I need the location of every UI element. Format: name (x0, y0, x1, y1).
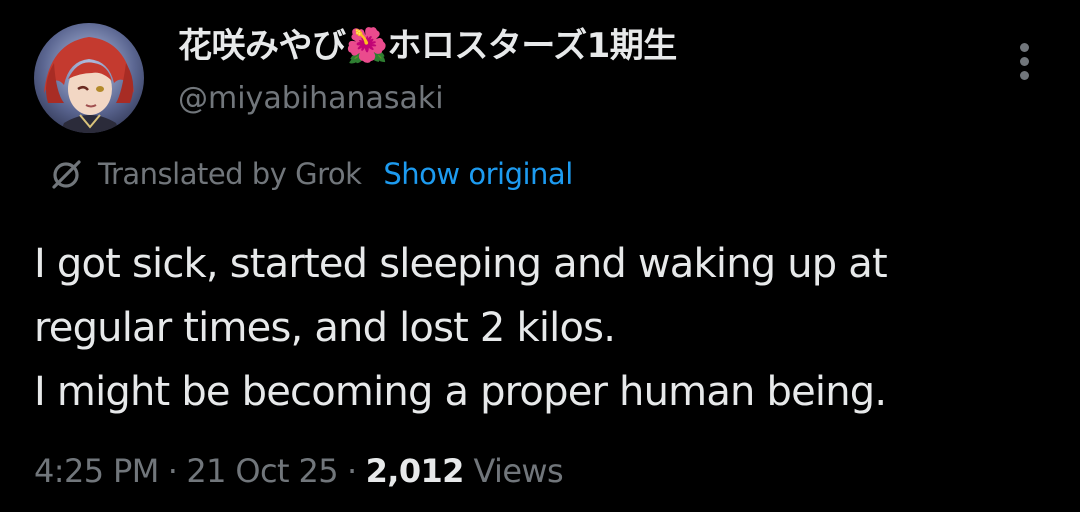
tweet-time[interactable]: 4:25 PM (34, 452, 159, 490)
tweet-meta: 4:25 PM · 21 Oct 25 · 2,012 Views (34, 448, 564, 494)
author-avatar[interactable] (34, 23, 144, 133)
author-display-name[interactable]: 花咲みやび🌺ホロスターズ1期生 (178, 24, 677, 68)
more-options-button[interactable] (1008, 40, 1040, 84)
tweet-date[interactable]: 21 Oct 25 (186, 452, 338, 490)
views-count: 2,012 (365, 452, 465, 490)
tweet-text-line: regular times, and lost 2 kilos. (34, 305, 616, 351)
tweet: 花咲みやび🌺ホロスターズ1期生 @miyabihanasaki Translat… (0, 0, 1080, 512)
avatar-image (34, 23, 144, 133)
meta-separator: · (347, 452, 357, 490)
show-original-link[interactable]: Show original (383, 157, 573, 191)
views-label: Views (473, 452, 564, 490)
more-vertical-icon (1020, 43, 1029, 52)
author-handle[interactable]: @miyabihanasaki (178, 79, 444, 119)
tweet-text-line: I got sick, started sleeping and waking … (34, 241, 888, 287)
translated-by-label: Translated by Grok (98, 157, 362, 191)
tweet-text: I got sick, started sleeping and waking … (34, 232, 1054, 424)
meta-separator: · (167, 452, 178, 490)
translation-bar: Translated by Grok Show original (46, 152, 573, 196)
tweet-text-line: I might be becoming a proper human being… (34, 369, 887, 415)
grok-icon (52, 160, 81, 189)
